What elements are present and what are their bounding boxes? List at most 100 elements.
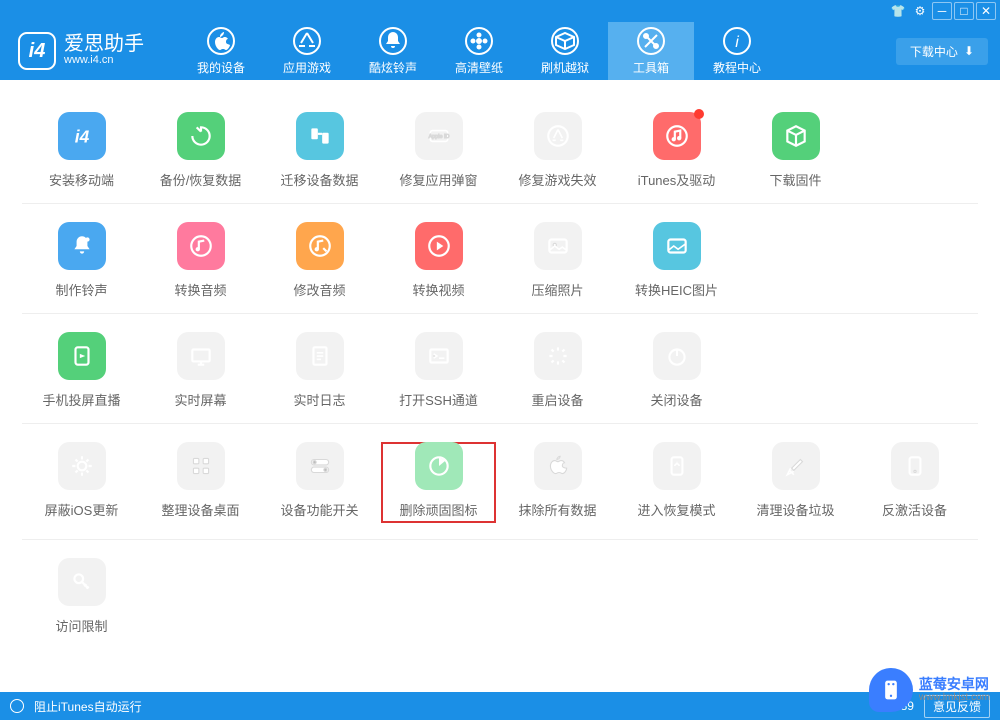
tool-label: 迁移设备数据 bbox=[280, 170, 358, 189]
tool-label: 抹除所有数据 bbox=[518, 500, 596, 519]
appleid-icon: Apple ID bbox=[415, 112, 463, 160]
radio-icon[interactable] bbox=[10, 699, 24, 713]
nav-wallpapers[interactable]: 高清壁纸 bbox=[436, 22, 522, 80]
nav-tutorials[interactable]: i 教程中心 bbox=[694, 22, 780, 80]
heic-icon bbox=[653, 222, 701, 270]
nav-label: 工具箱 bbox=[633, 59, 669, 76]
settings-icon[interactable]: ⚙ bbox=[910, 2, 930, 20]
photo-icon bbox=[534, 222, 582, 270]
gear-icon bbox=[58, 442, 106, 490]
tool-item[interactable]: 转换HEIC图片 bbox=[617, 222, 736, 299]
apple-icon bbox=[534, 442, 582, 490]
flower-icon bbox=[465, 27, 493, 55]
close-button[interactable]: ✕ bbox=[976, 2, 996, 20]
maximize-button[interactable]: □ bbox=[954, 2, 974, 20]
download-center-button[interactable]: 下载中心 ⬇ bbox=[896, 38, 988, 65]
tool-item[interactable]: Apple ID 修复应用弹窗 bbox=[379, 112, 498, 189]
tool-item[interactable]: 访问限制 bbox=[22, 558, 141, 635]
block-itunes-label[interactable]: 阻止iTunes自动运行 bbox=[34, 698, 142, 715]
appstore-icon bbox=[534, 112, 582, 160]
device-icon bbox=[891, 442, 939, 490]
nav-apps[interactable]: 应用游戏 bbox=[264, 22, 350, 80]
nav-label: 教程中心 bbox=[713, 59, 761, 76]
tool-item[interactable]: 备份/恢复数据 bbox=[141, 112, 260, 189]
tool-label: 修改音频 bbox=[293, 280, 345, 299]
tool-item[interactable]: 抹除所有数据 bbox=[498, 442, 617, 525]
svg-text:i4: i4 bbox=[74, 127, 89, 147]
power-icon bbox=[653, 332, 701, 380]
tool-item[interactable]: 整理设备桌面 bbox=[141, 442, 260, 525]
tool-item[interactable]: 下载固件 bbox=[736, 112, 855, 189]
statusbar: 阻止iTunes自动运行 V7.89 意见反馈 bbox=[0, 692, 1000, 720]
tool-item[interactable]: iTunes及驱动 bbox=[617, 112, 736, 189]
download-icon: ⬇ bbox=[964, 44, 974, 58]
nav-label: 高清壁纸 bbox=[455, 59, 503, 76]
watermark-url: www.lmkjst.com bbox=[919, 692, 990, 704]
tool-label: 安装移动端 bbox=[49, 170, 114, 189]
bell-icon bbox=[58, 222, 106, 270]
i4-icon: i4 bbox=[58, 112, 106, 160]
nav-ringtones[interactable]: 酷炫铃声 bbox=[350, 22, 436, 80]
grid-icon bbox=[177, 442, 225, 490]
tool-item[interactable]: 制作铃声 bbox=[22, 222, 141, 299]
tool-label: iTunes及驱动 bbox=[638, 170, 716, 189]
tool-item[interactable]: 转换视频 bbox=[379, 222, 498, 299]
key-icon bbox=[58, 558, 106, 606]
skin-icon[interactable]: 👕 bbox=[888, 2, 908, 20]
migrate-icon bbox=[296, 112, 344, 160]
tool-label: 删除顽固图标 bbox=[399, 500, 477, 519]
tool-label: 制作铃声 bbox=[55, 280, 107, 299]
tool-item[interactable]: 修改音频 bbox=[260, 222, 379, 299]
tool-item[interactable]: 修复游戏失效 bbox=[498, 112, 617, 189]
app-title: 爱思助手 bbox=[64, 34, 144, 54]
tool-item[interactable]: 实时屏幕 bbox=[141, 332, 260, 409]
tool-item[interactable]: 转换音频 bbox=[141, 222, 260, 299]
tool-item[interactable]: 迁移设备数据 bbox=[260, 112, 379, 189]
tool-item[interactable]: i4 安装移动端 bbox=[22, 112, 141, 189]
tool-label: 转换HEIC图片 bbox=[635, 280, 718, 299]
nav-label: 应用游戏 bbox=[283, 59, 331, 76]
appstore-icon bbox=[293, 27, 321, 55]
nav-toolbox[interactable]: 工具箱 bbox=[608, 22, 694, 80]
tool-item[interactable]: 设备功能开关 bbox=[260, 442, 379, 525]
nav-flash[interactable]: 刷机越狱 bbox=[522, 22, 608, 80]
restore-icon bbox=[177, 112, 225, 160]
tool-item[interactable]: 屏蔽iOS更新 bbox=[22, 442, 141, 525]
tool-label: 实时日志 bbox=[293, 390, 345, 409]
audio-icon bbox=[177, 222, 225, 270]
tool-label: 进入恢复模式 bbox=[637, 500, 715, 519]
tool-section: 手机投屏直播实时屏幕实时日志 打开SSH通道重启设备 关闭设备 bbox=[22, 314, 978, 424]
tool-section: 访问限制 bbox=[22, 540, 978, 649]
tool-item[interactable]: 手机投屏直播 bbox=[22, 332, 141, 409]
tool-label: 转换视频 bbox=[412, 280, 464, 299]
nav-my-device[interactable]: 我的设备 bbox=[178, 22, 264, 80]
tool-label: 屏蔽iOS更新 bbox=[45, 500, 119, 519]
clean-icon bbox=[772, 442, 820, 490]
tool-item[interactable]: 清理设备垃圾 bbox=[736, 442, 855, 525]
pie-icon bbox=[415, 442, 463, 490]
tool-label: 设备功能开关 bbox=[280, 500, 358, 519]
tool-label: 关闭设备 bbox=[650, 390, 702, 409]
nav-label: 刷机越狱 bbox=[541, 59, 589, 76]
tool-label: 重启设备 bbox=[531, 390, 583, 409]
toggle-icon bbox=[296, 442, 344, 490]
svg-text:i: i bbox=[735, 34, 739, 51]
minimize-button[interactable]: ─ bbox=[932, 2, 952, 20]
tool-item[interactable]: 打开SSH通道 bbox=[379, 332, 498, 409]
tool-label: 压缩照片 bbox=[531, 280, 583, 299]
tool-item[interactable]: 重启设备 bbox=[498, 332, 617, 409]
tool-item[interactable]: 实时日志 bbox=[260, 332, 379, 409]
watermark-icon bbox=[869, 668, 913, 712]
tools-icon bbox=[637, 27, 665, 55]
tool-item[interactable]: 关闭设备 bbox=[617, 332, 736, 409]
tool-item[interactable]: 删除顽固图标 bbox=[379, 440, 498, 525]
tool-label: 反激活设备 bbox=[882, 500, 947, 519]
tool-item[interactable]: 进入恢复模式 bbox=[617, 442, 736, 525]
watermark: 蓝莓安卓网 www.lmkjst.com bbox=[869, 668, 990, 712]
notification-badge bbox=[694, 109, 704, 119]
tool-item[interactable]: 压缩照片 bbox=[498, 222, 617, 299]
recovery-icon bbox=[653, 442, 701, 490]
tool-item[interactable]: 反激活设备 bbox=[855, 442, 974, 525]
watermark-title: 蓝莓安卓网 bbox=[919, 676, 990, 693]
tool-label: 修复应用弹窗 bbox=[399, 170, 477, 189]
